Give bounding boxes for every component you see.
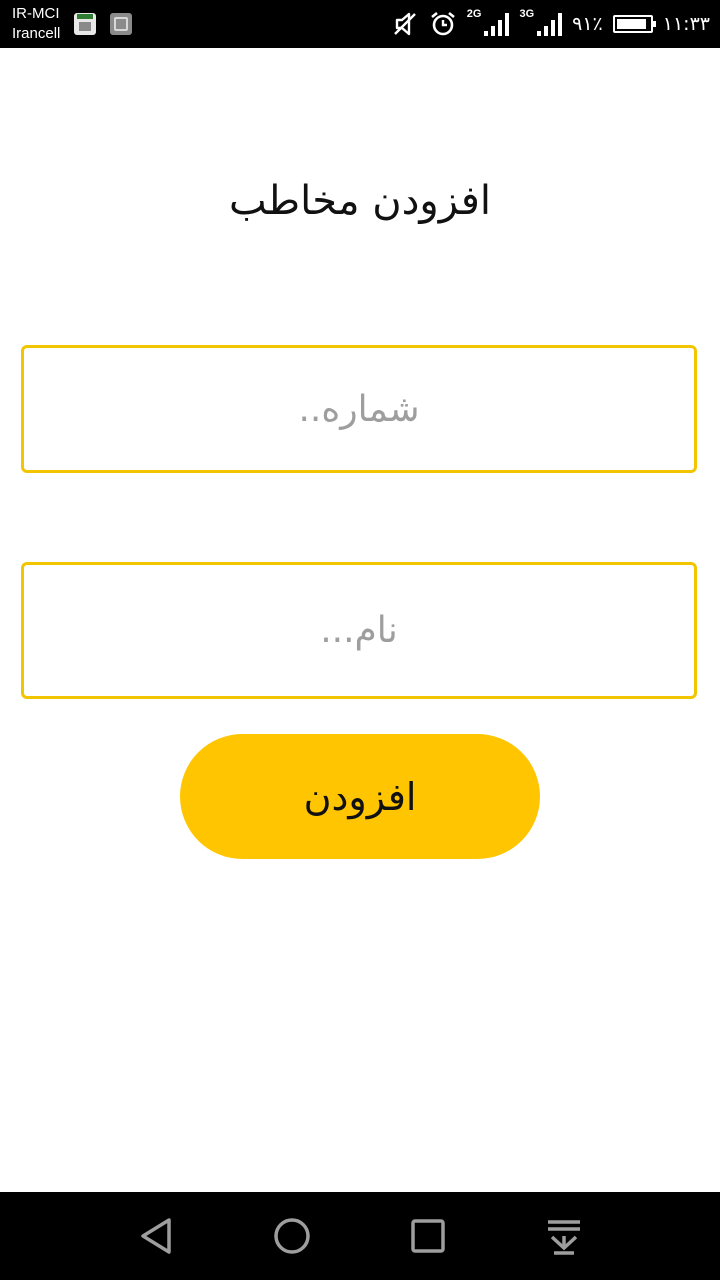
notification-pull-icon xyxy=(548,1220,580,1255)
phone-number-input[interactable] xyxy=(21,345,697,473)
add-contact-button[interactable]: افزودن xyxy=(180,734,540,859)
notification-pull-button[interactable] xyxy=(536,1208,592,1264)
recent-apps-icon xyxy=(411,1219,445,1253)
carrier-2-label: Irancell xyxy=(12,25,61,42)
app-notification-icon xyxy=(74,13,96,35)
network-1-label: 2G xyxy=(466,8,482,20)
status-bar: IR-MCI Irancell 2G 3G ۹۱٪ ۱۱:۳۳ xyxy=(0,0,720,48)
navigation-bar xyxy=(0,1192,720,1280)
alarm-icon xyxy=(430,11,455,36)
battery-percent-label: ۹۱٪ xyxy=(572,13,603,35)
battery-icon xyxy=(612,15,656,33)
image-notification-icon xyxy=(110,13,132,35)
signal-1-icon xyxy=(484,13,510,36)
clock-label: ۱۱:۳۳ xyxy=(662,13,710,35)
network-2-label: 3G xyxy=(519,8,535,20)
home-button[interactable] xyxy=(264,1208,320,1264)
recent-apps-button[interactable] xyxy=(400,1208,456,1264)
battery-level-fill xyxy=(616,19,646,29)
signal-2-icon xyxy=(537,13,563,36)
back-button[interactable] xyxy=(128,1208,184,1264)
back-icon xyxy=(141,1218,171,1254)
carrier-1-label: IR-MCI xyxy=(12,5,60,22)
home-icon xyxy=(274,1218,310,1254)
page-title: افزودن مخاطب xyxy=(228,178,492,224)
vibrate-off-icon xyxy=(393,12,416,36)
contact-name-input[interactable] xyxy=(21,562,697,699)
carrier-labels: IR-MCI Irancell xyxy=(12,4,60,44)
status-indicators: 2G 3G ۹۱٪ ۱۱:۳۳ xyxy=(391,8,710,40)
